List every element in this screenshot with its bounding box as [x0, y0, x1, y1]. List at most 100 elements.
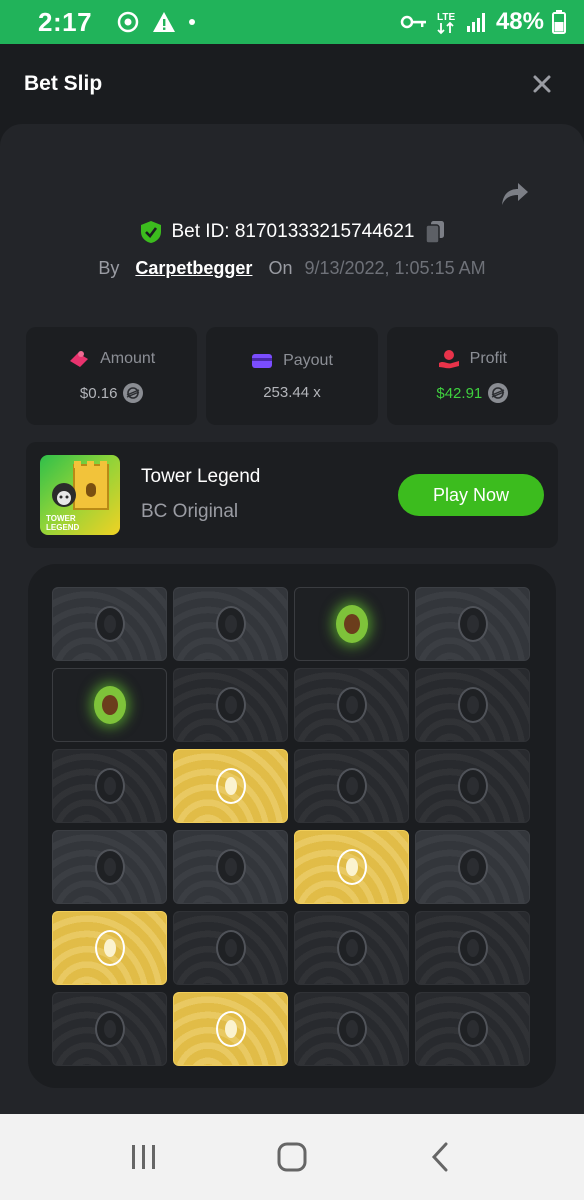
empty-slot-icon: [457, 849, 488, 885]
stat-payout-value: 253.44 x: [263, 383, 321, 401]
stat-amount-head: Amount: [68, 349, 155, 369]
bet-id-row: Bet ID: 81701333215744621: [0, 218, 584, 246]
empty-slot-icon: [336, 930, 367, 966]
board-tile[interactable]: [415, 587, 530, 661]
slot-core: [466, 1020, 479, 1038]
slot-core: [345, 696, 358, 714]
recents-button[interactable]: [114, 1132, 174, 1182]
board-tile[interactable]: [52, 749, 167, 823]
lte-icon: LTE: [436, 9, 458, 35]
back-button[interactable]: [410, 1132, 470, 1182]
bet-slip-header: Bet Slip: [0, 44, 584, 124]
board-tile[interactable]: [173, 587, 288, 661]
board-tile[interactable]: [294, 668, 409, 742]
slot-core: [103, 858, 116, 876]
stat-payout: Payout 253.44 x: [206, 327, 378, 425]
stat-amount: Amount $0.16: [26, 327, 198, 425]
slot-core: [345, 1020, 358, 1038]
slot-core: [103, 615, 116, 633]
empty-slot-icon: [457, 687, 488, 723]
slot-core: [466, 696, 479, 714]
slot-core: [224, 858, 237, 876]
board-tile[interactable]: [294, 587, 409, 661]
android-nav-bar: [0, 1114, 584, 1200]
empty-slot-icon: [336, 687, 367, 723]
empty-slot-icon: [215, 606, 246, 642]
avocado-icon: [93, 686, 126, 724]
board-tile[interactable]: [173, 911, 288, 985]
empty-slot-icon: [94, 1011, 125, 1047]
empty-slot-icon: [457, 1011, 488, 1047]
stat-profit-value-row: $42.91: [436, 383, 509, 403]
back-icon: [431, 1142, 448, 1172]
copy-icon[interactable]: [424, 220, 445, 244]
board-tile[interactable]: [415, 668, 530, 742]
slot-core: [466, 615, 479, 633]
bet-author-row: By Carpetbegger On 9/13/2022, 1:05:15 AM: [0, 254, 584, 282]
board-tile[interactable]: [52, 668, 167, 742]
board-tile[interactable]: [52, 911, 167, 985]
empty-slot-icon: [215, 930, 246, 966]
tile-grid: [52, 587, 530, 1066]
warning-icon: [152, 11, 176, 33]
slot-core: [345, 777, 358, 795]
signal-icon: [466, 11, 488, 33]
bet-slip-card: Bet ID: 81701333215744621 By Carpetbegge…: [0, 124, 584, 1114]
board-tile[interactable]: [173, 749, 288, 823]
game-row: TOWER LEGEND Tower Legend BC Original Pl…: [26, 442, 558, 548]
board-tile[interactable]: [294, 992, 409, 1066]
empty-slot-icon: [94, 849, 125, 885]
stat-profit-value: $42.91: [436, 384, 483, 402]
board-tile[interactable]: [52, 992, 167, 1066]
empty-slot-icon: [215, 849, 246, 885]
board-tile[interactable]: [415, 911, 530, 985]
shield-check-icon: [140, 221, 161, 243]
stat-profit-label: Profit: [469, 350, 507, 367]
board-tile[interactable]: [52, 830, 167, 904]
on-label: On: [268, 257, 293, 278]
board-tile[interactable]: [52, 587, 167, 661]
board-tile[interactable]: [294, 749, 409, 823]
slot-core: [345, 939, 358, 957]
status-time: 2:17: [38, 6, 93, 37]
board-tile[interactable]: [294, 830, 409, 904]
stat-amount-value: $0.16: [79, 384, 118, 402]
game-provider: BC Original: [141, 501, 239, 522]
empty-slot-icon: [457, 930, 488, 966]
home-button[interactable]: [262, 1132, 322, 1182]
game-name: Tower Legend: [141, 466, 261, 487]
stellar-coin-icon: [488, 383, 509, 403]
board-tile[interactable]: [294, 911, 409, 985]
empty-slot-icon: [94, 606, 125, 642]
amount-icon: [70, 351, 89, 367]
empty-slot-icon: [336, 1011, 367, 1047]
tower-legend-logo: TOWER LEGEND: [46, 461, 109, 532]
avocado-pit: [343, 614, 360, 634]
play-now-button[interactable]: Play Now: [398, 474, 544, 516]
board-tile[interactable]: [415, 992, 530, 1066]
avocado-icon: [335, 605, 368, 643]
stat-payout-head: Payout: [251, 352, 333, 370]
svg-text:TOWER: TOWER: [46, 514, 76, 523]
username-link[interactable]: Carpetbegger: [135, 258, 252, 279]
board-tile[interactable]: [415, 830, 530, 904]
battery-icon: [552, 10, 566, 34]
avocado-pit: [101, 695, 118, 715]
slot-core: [224, 939, 237, 957]
stat-profit-head: Profit: [438, 349, 507, 369]
gold-egg-icon: [215, 1011, 246, 1047]
close-button[interactable]: [524, 66, 560, 102]
board-tile[interactable]: [415, 749, 530, 823]
board-tile[interactable]: [173, 992, 288, 1066]
share-button[interactable]: [497, 178, 533, 210]
svg-text:LTE: LTE: [437, 12, 455, 23]
stellar-coin-icon: [123, 383, 144, 403]
svg-text:LEGEND: LEGEND: [46, 523, 80, 532]
board-tile[interactable]: [173, 668, 288, 742]
recents-icon: [132, 1145, 155, 1169]
game-thumbnail[interactable]: TOWER LEGEND: [40, 455, 120, 535]
by-label: By: [98, 257, 120, 278]
board-tile[interactable]: [173, 830, 288, 904]
empty-slot-icon: [215, 687, 246, 723]
stat-amount-value-row: $0.16: [80, 383, 144, 403]
